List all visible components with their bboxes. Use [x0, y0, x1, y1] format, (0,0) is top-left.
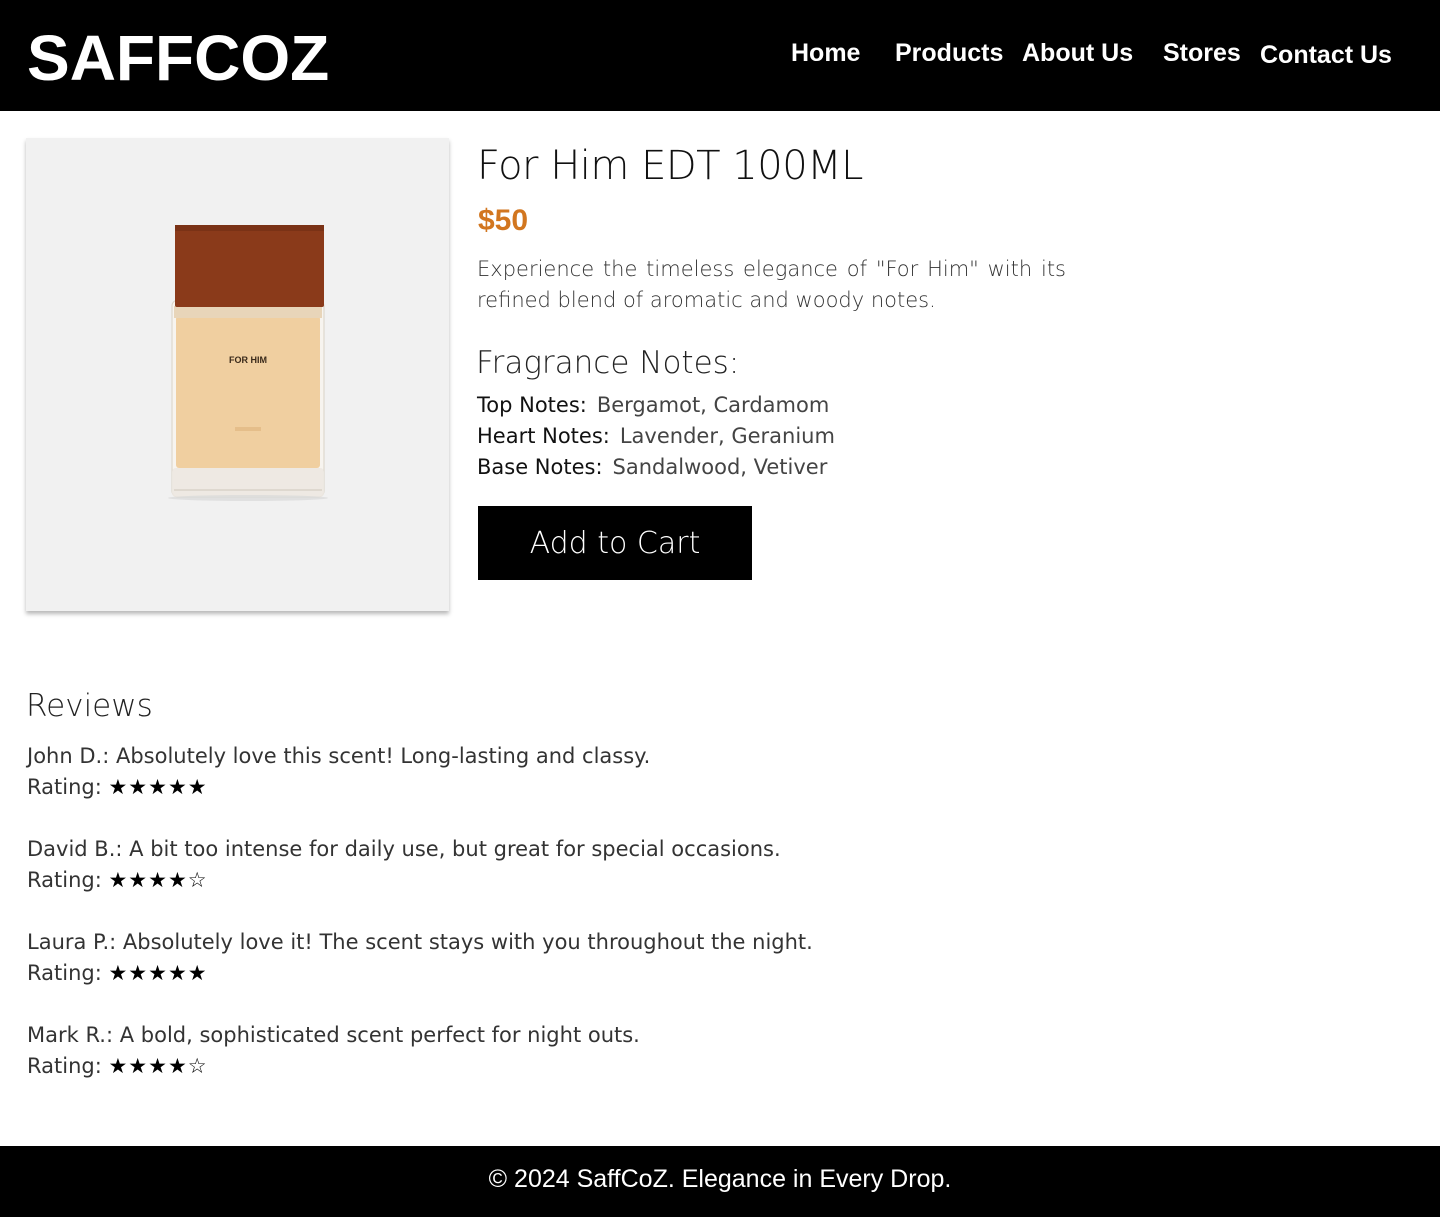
nav-stores[interactable]: Stores	[1163, 38, 1241, 68]
review-author: David B.	[27, 837, 116, 861]
star-rating: ★★★★☆	[108, 868, 208, 892]
review-rating-line: Rating: ★★★★☆	[27, 865, 781, 896]
bottle-label: FOR HIM	[229, 355, 267, 365]
review-rating-line: Rating: ★★★★☆	[27, 1051, 640, 1082]
review-text-line: David B.: A bit too intense for daily us…	[27, 837, 781, 861]
rating-label: Rating:	[27, 961, 102, 985]
note-row-top: Top Notes: Bergamot, Cardamom	[477, 390, 835, 421]
fragrance-notes-heading: Fragrance Notes:	[476, 345, 740, 381]
product-description: Experience the timeless elegance of "For…	[477, 257, 1066, 312]
nav-contact-us[interactable]: Contact Us	[1260, 40, 1392, 70]
star-rating: ★★★★★	[108, 961, 208, 985]
review-author: John D.	[27, 744, 103, 768]
perfume-bottle-image: FOR HIM	[168, 225, 328, 501]
review-text: A bit too intense for daily use, but gre…	[129, 837, 781, 861]
rating-label: Rating:	[27, 868, 102, 892]
review-item: Mark R.: A bold, sophisticated scent per…	[27, 1020, 640, 1082]
review-author: Mark R.	[27, 1023, 106, 1047]
note-value: Lavender, Geranium	[619, 424, 835, 448]
review-author: Laura P.	[27, 930, 110, 954]
review-text: Absolutely love this scent! Long-lasting…	[115, 744, 651, 768]
note-value: Bergamot, Cardamom	[596, 393, 830, 417]
review-text: A bold, sophisticated scent perfect for …	[119, 1023, 640, 1047]
review-text-line: John D.: Absolutely love this scent! Lon…	[27, 744, 651, 768]
review-text-line: Mark R.: A bold, sophisticated scent per…	[27, 1023, 640, 1047]
note-label: Base Notes:	[477, 455, 603, 479]
main-nav: Home Products About Us Stores Contact Us	[0, 0, 1440, 111]
review-item: David B.: A bit too intense for daily us…	[27, 834, 781, 896]
note-value: Sandalwood, Vetiver	[612, 455, 828, 479]
review-rating-line: Rating: ★★★★★	[27, 958, 813, 989]
note-row-heart: Heart Notes: Lavender, Geranium	[477, 421, 835, 452]
add-to-cart-button[interactable]: Add to Cart	[478, 506, 752, 580]
site-footer: © 2024 SaffCoZ. Elegance in Every Drop.	[0, 1146, 1440, 1217]
review-item: John D.: Absolutely love this scent! Lon…	[27, 741, 650, 803]
nav-products[interactable]: Products	[895, 38, 1003, 68]
product-price: $50	[478, 204, 529, 237]
review-text: Absolutely love it! The scent stays with…	[122, 930, 813, 954]
fragrance-notes-list: Top Notes: Bergamot, Cardamom Heart Notes…	[477, 390, 835, 483]
note-label: Heart Notes:	[477, 424, 610, 448]
review-rating-line: Rating: ★★★★★	[27, 772, 650, 803]
site-header: SAFFCOZ Home Products About Us Stores Co…	[0, 0, 1440, 111]
note-row-base: Base Notes: Sandalwood, Vetiver	[477, 452, 835, 483]
product-title: For Him EDT 100ML	[477, 143, 863, 189]
nav-about-us[interactable]: About Us	[1022, 38, 1133, 68]
rating-label: Rating:	[27, 775, 102, 799]
star-rating: ★★★★☆	[108, 1054, 208, 1078]
reviews-heading: Reviews	[26, 688, 153, 724]
star-rating: ★★★★★	[108, 775, 208, 799]
review-text-line: Laura P.: Absolutely love it! The scent …	[27, 930, 813, 954]
review-item: Laura P.: Absolutely love it! The scent …	[27, 927, 813, 989]
footer-copyright: © 2024 SaffCoZ. Elegance in Every Drop.	[488, 1165, 952, 1193]
nav-home[interactable]: Home	[791, 38, 860, 68]
note-label: Top Notes:	[477, 393, 587, 417]
product-image: FOR HIM	[26, 138, 449, 611]
rating-label: Rating:	[27, 1054, 102, 1078]
